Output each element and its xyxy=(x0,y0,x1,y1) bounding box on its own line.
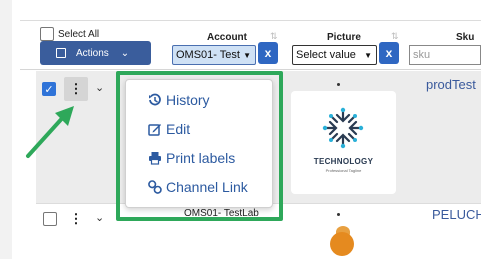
actions-button[interactable]: Actions ⌄ xyxy=(40,41,151,65)
chevron-down-icon[interactable]: ⌄ xyxy=(95,81,104,94)
column-header-picture[interactable]: Picture xyxy=(327,32,361,43)
chevron-down-icon[interactable]: ⌄ xyxy=(95,211,104,224)
sku-placeholder: sku xyxy=(413,49,431,61)
sku-filter-input[interactable]: sku xyxy=(409,45,481,65)
actions-label: Actions xyxy=(76,47,109,59)
sku-link[interactable]: PELUCH xyxy=(432,207,481,222)
bullet-dot xyxy=(337,83,340,86)
column-header-account[interactable]: Account xyxy=(207,32,247,43)
select-all[interactable]: Select All xyxy=(40,27,99,41)
picture-filter-select[interactable]: Select value ▼ xyxy=(292,45,377,65)
clear-account-filter-button[interactable]: x xyxy=(258,42,278,64)
select-all-label: Select All xyxy=(58,28,100,40)
bullet-dot xyxy=(337,213,340,216)
sort-icon[interactable]: ⇅ xyxy=(270,31,278,42)
chevron-down-icon: ⌄ xyxy=(120,47,130,59)
account-filter-value: OMS01- Test xyxy=(176,49,240,61)
image-subtitle: Professional Tagline xyxy=(325,168,362,173)
row-checkbox[interactable]: ✓ xyxy=(42,82,56,96)
technology-logo-icon xyxy=(322,107,364,149)
more-options-icon[interactable]: ⋮ xyxy=(64,77,88,101)
image-title: TECHNOLOGY xyxy=(313,157,374,166)
select-all-checkbox[interactable] xyxy=(40,27,54,41)
picture-filter-value: Select value xyxy=(296,49,356,61)
sku-link[interactable]: prodTest xyxy=(426,77,476,92)
product-image[interactable] xyxy=(330,232,354,256)
chevron-down-icon: ▼ xyxy=(364,50,372,60)
annotation-arrow-icon xyxy=(26,106,74,158)
sort-icon[interactable]: ⇅ xyxy=(391,31,399,42)
more-options-icon[interactable]: ⋮ xyxy=(64,207,88,231)
checkbox-icon xyxy=(56,48,66,58)
clear-picture-filter-button[interactable]: x xyxy=(379,42,399,64)
column-header-sku[interactable]: Sku xyxy=(456,32,474,43)
chevron-down-icon: ▼ xyxy=(243,50,251,60)
account-filter-select[interactable]: OMS01- Test ▼ xyxy=(172,45,256,65)
row-checkbox[interactable] xyxy=(43,212,57,226)
highlight-box xyxy=(116,71,283,221)
